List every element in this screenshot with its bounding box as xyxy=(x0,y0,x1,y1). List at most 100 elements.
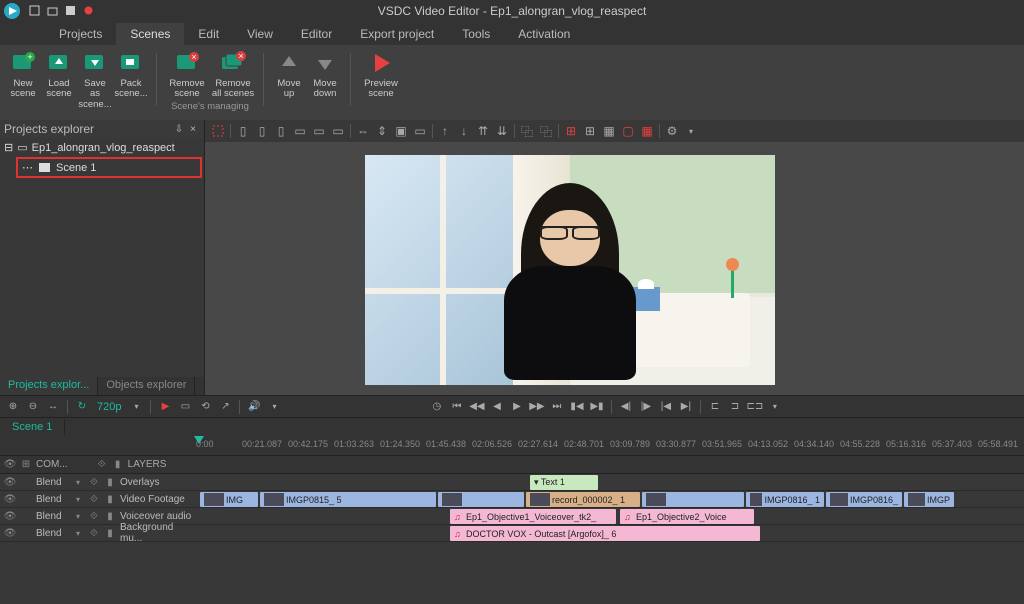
timeline-clip[interactable] xyxy=(642,492,744,507)
waveform-icon[interactable]: ⟐ xyxy=(88,528,100,539)
blend-mode[interactable]: Blend xyxy=(36,477,68,488)
pack-scene-button[interactable]: Pack scene... xyxy=(114,49,148,110)
align-middle-icon[interactable]: ▭ xyxy=(310,122,328,140)
chevron-down-icon[interactable]: ▾ xyxy=(72,529,84,538)
resize-w-icon[interactable]: ▭ xyxy=(411,122,429,140)
track-header[interactable]: 👁 Blend▾⟐▮Overlays xyxy=(0,474,196,490)
fit-icon[interactable]: ↔ xyxy=(44,398,62,416)
next-frame-icon[interactable]: ▶▶ xyxy=(528,398,546,416)
timeline-clip[interactable]: ♫Ep1_Objective2_Voice xyxy=(620,509,754,524)
grid-1-icon[interactable]: ⊞ xyxy=(562,122,580,140)
arrow-dd-icon[interactable]: ⇊ xyxy=(493,122,511,140)
play-icon[interactable]: ▶ xyxy=(156,398,174,416)
pin-icon[interactable]: ⇩ xyxy=(172,122,186,136)
save-icon[interactable] xyxy=(64,5,76,17)
menu-export[interactable]: Export project xyxy=(346,23,448,45)
record-icon[interactable] xyxy=(82,5,94,17)
tree-scene-1[interactable]: ⋯ Scene 1 xyxy=(16,157,202,178)
close-icon[interactable]: × xyxy=(186,122,200,136)
grid-4-icon[interactable]: ▢ xyxy=(619,122,637,140)
volume-drop-icon[interactable]: ▾ xyxy=(265,398,283,416)
remove-scene-button[interactable]: × Remove scene xyxy=(165,49,209,100)
snap-2-icon[interactable]: ⊐ xyxy=(726,398,744,416)
menu-activation[interactable]: Activation xyxy=(504,23,584,45)
bar-icon[interactable]: ▮ xyxy=(104,528,116,539)
chevron-down-icon[interactable]: ▾ xyxy=(72,495,84,504)
track-header[interactable]: 👁 Blend▾⟐▮Background mu... xyxy=(0,525,196,541)
step-fwd-icon[interactable]: ▶ xyxy=(508,398,526,416)
menu-edit[interactable]: Edit xyxy=(184,23,233,45)
waveform-icon[interactable]: ⟐ xyxy=(88,511,100,522)
new-scene-button[interactable]: + New scene xyxy=(6,49,40,110)
tab-objects-explorer[interactable]: Objects explorer xyxy=(98,377,195,395)
loop-icon[interactable]: ⟲ xyxy=(196,398,214,416)
goto-end-icon[interactable]: ⏭ xyxy=(548,398,566,416)
waveform-icon[interactable]: ⟐ xyxy=(88,477,100,488)
zoom-in-icon[interactable]: ⊕ xyxy=(4,398,22,416)
blend-mode[interactable]: Blend xyxy=(36,494,68,505)
mark-in-icon[interactable]: ▮◀ xyxy=(568,398,586,416)
clock-icon[interactable]: ◷ xyxy=(428,398,446,416)
track-body[interactable]: IMGIMGP0815_ 5record_000002_ 1IMGP0816_ … xyxy=(196,491,1024,507)
grid-3-icon[interactable]: ▦ xyxy=(600,122,618,140)
eye-icon[interactable]: 👁 xyxy=(4,459,16,470)
timeline-clip[interactable]: IMGP0816_ 1 xyxy=(746,492,824,507)
waveform-icon[interactable]: ⟐ xyxy=(88,494,100,505)
chevron-down-icon[interactable]: ▾ xyxy=(72,512,84,521)
mark-out-icon[interactable]: ▶▮ xyxy=(588,398,606,416)
track-body[interactable]: ♫Ep1_Objective1_Voiceover_tk2_♫Ep1_Objec… xyxy=(196,508,1024,524)
cut-left-icon[interactable]: ◀| xyxy=(617,398,635,416)
open-icon[interactable] xyxy=(46,5,58,17)
export-clip-icon[interactable]: ↗ xyxy=(216,398,234,416)
goto-start-icon[interactable]: ⏮ xyxy=(448,398,466,416)
menu-view[interactable]: View xyxy=(233,23,287,45)
cut-right-icon[interactable]: |▶ xyxy=(637,398,655,416)
grid-5-icon[interactable]: ▦ xyxy=(638,122,656,140)
arrow-d-icon[interactable]: ↓ xyxy=(455,122,473,140)
new-project-icon[interactable] xyxy=(28,5,40,17)
visibility-icon[interactable]: 👁 xyxy=(4,494,16,505)
grid-2-icon[interactable]: ⊞ xyxy=(581,122,599,140)
tree-root[interactable]: ⊟ ▭ Ep1_alongran_vlog_reaspect xyxy=(2,140,202,155)
move-up-button[interactable]: Move up xyxy=(272,49,306,100)
volume-icon[interactable]: 🔊 xyxy=(245,398,263,416)
visibility-icon[interactable]: 👁 xyxy=(4,528,16,539)
prev-clip-icon[interactable]: |◀ xyxy=(657,398,675,416)
snap-3-icon[interactable]: ⊏⊐ xyxy=(746,398,764,416)
tool-select-icon[interactable] xyxy=(209,122,227,140)
arrow-uu-icon[interactable]: ⇈ xyxy=(474,122,492,140)
bar-icon[interactable]: ▮ xyxy=(104,477,116,488)
remove-all-scenes-button[interactable]: × Remove all scenes xyxy=(211,49,255,100)
arrow-u-icon[interactable]: ↑ xyxy=(436,122,454,140)
zoom-out-icon[interactable]: ⊖ xyxy=(24,398,42,416)
menu-tools[interactable]: Tools xyxy=(448,23,504,45)
chevron-down-icon[interactable]: ▾ xyxy=(682,122,700,140)
dropdown-icon[interactable]: ▾ xyxy=(127,398,145,416)
video-preview[interactable] xyxy=(365,155,775,385)
align-top-icon[interactable]: ▭ xyxy=(291,122,309,140)
timeline-clip[interactable]: IMGP0815_ 5 xyxy=(260,492,436,507)
paste-icon[interactable]: ⿻ xyxy=(537,122,555,140)
align-left-icon[interactable]: ▯ xyxy=(234,122,252,140)
bar-icon[interactable]: ▮ xyxy=(104,511,116,522)
chevron-down-icon[interactable]: ▾ xyxy=(72,478,84,487)
blend-mode[interactable]: Blend xyxy=(36,528,68,539)
resize-same-icon[interactable]: ▣ xyxy=(392,122,410,140)
load-scene-button[interactable]: Load scene xyxy=(42,49,76,110)
timeline-clip[interactable]: ▾ Text 1 xyxy=(530,475,598,490)
timeline-clip[interactable]: IMGP xyxy=(904,492,954,507)
move-down-button[interactable]: Move down xyxy=(308,49,342,100)
align-right-icon[interactable]: ▯ xyxy=(272,122,290,140)
track-body[interactable]: ♫DOCTOR VOX - Outcast [Argofox]_ 6 xyxy=(196,525,1024,541)
snap-drop-icon[interactable]: ▾ xyxy=(766,398,784,416)
menu-projects[interactable]: Projects xyxy=(45,23,116,45)
timeline-clip[interactable]: IMG xyxy=(200,492,258,507)
bar-icon[interactable]: ▮ xyxy=(104,494,116,505)
next-clip-icon[interactable]: ▶| xyxy=(677,398,695,416)
save-scene-button[interactable]: Save as scene... xyxy=(78,49,112,110)
menu-scenes[interactable]: Scenes xyxy=(116,23,184,45)
play-range-icon[interactable]: ▭ xyxy=(176,398,194,416)
gear-icon[interactable]: ⚙ xyxy=(663,122,681,140)
align-center-h-icon[interactable]: ▯ xyxy=(253,122,271,140)
scene-tab-1[interactable]: Scene 1 xyxy=(0,419,65,435)
